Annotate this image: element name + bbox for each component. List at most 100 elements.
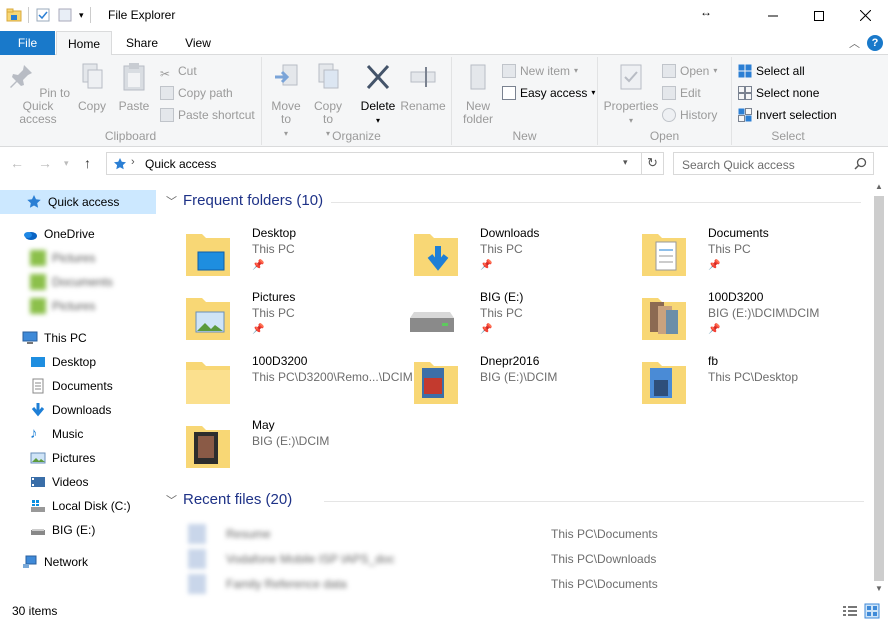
- folder-path: This PC\Desktop: [708, 370, 799, 384]
- pin-quick-access-button[interactable]: Pin to Quick access: [4, 61, 72, 126]
- nav-music[interactable]: ♪ Music: [0, 422, 156, 446]
- minimize-button[interactable]: [750, 0, 796, 31]
- customize-qat-chevron-icon[interactable]: ▾: [79, 10, 84, 21]
- frequent-folders-header[interactable]: ﹀ Frequent folders (10): [166, 192, 866, 209]
- scroll-down-arrow-icon[interactable]: ▼: [875, 584, 883, 593]
- paste-shortcut-icon: [160, 108, 174, 122]
- folder-tile[interactable]: 100D3200 BIG (E:)\DCIM\DCIM 📌: [636, 288, 864, 350]
- folder-tile[interactable]: Desktop This PC 📌: [180, 224, 408, 286]
- folder-path: This PC: [252, 242, 295, 256]
- paste-shortcut-button[interactable]: Paste shortcut: [160, 105, 255, 125]
- nav-local-disk[interactable]: Local Disk (C:): [0, 494, 156, 518]
- maximize-button[interactable]: [796, 0, 842, 31]
- delete-label: Delete: [360, 99, 396, 113]
- nav-onedrive-item[interactable]: Documents: [0, 270, 156, 294]
- navigation-pane: Quick access OneDrive Pictures Documents…: [0, 188, 158, 600]
- move-to-label: Move to: [271, 99, 301, 126]
- copy-path-button[interactable]: Copy path: [160, 83, 233, 103]
- folder-tile[interactable]: fb This PC\Desktop: [636, 352, 864, 414]
- nav-documents[interactable]: Documents: [0, 374, 156, 398]
- new-folder-qat-icon[interactable]: [57, 7, 73, 23]
- recent-locations-chevron-icon[interactable]: ▾: [64, 158, 69, 169]
- properties-button[interactable]: Properties ▾: [602, 61, 660, 127]
- vertical-scrollbar[interactable]: ▲ ▼: [870, 180, 888, 600]
- nav-desktop-label: Desktop: [52, 355, 97, 369]
- recent-file-row[interactable]: Family Reference data This PC\Documents: [188, 572, 868, 597]
- help-icon[interactable]: ?: [867, 35, 883, 51]
- folder-path: BIG (E:)\DCIM: [252, 434, 330, 448]
- tab-file[interactable]: File: [0, 31, 55, 55]
- edit-button[interactable]: Edit: [662, 83, 701, 103]
- recent-files-header[interactable]: ﹀ Recent files (20): [166, 491, 866, 508]
- pinned-icon: 📌: [252, 324, 265, 335]
- invert-selection-button[interactable]: Invert selection: [738, 105, 837, 125]
- search-box[interactable]: Search Quick access: [673, 152, 874, 175]
- folder-tile[interactable]: BIG (E:) This PC 📌: [408, 288, 636, 350]
- scroll-up-arrow-icon[interactable]: ▲: [875, 182, 883, 191]
- paste-shortcut-label: Paste shortcut: [178, 108, 255, 122]
- folder-tile[interactable]: Dnepr2016 BIG (E:)\DCIM: [408, 352, 636, 414]
- pinned-icon: 📌: [480, 260, 493, 271]
- copy-button[interactable]: Copy: [74, 61, 110, 113]
- pinned-icon: 📌: [252, 260, 265, 271]
- collapse-ribbon-chevron-icon[interactable]: ︿: [849, 35, 860, 51]
- nav-this-pc[interactable]: This PC: [0, 326, 156, 350]
- delete-button[interactable]: Delete ▾: [358, 61, 398, 127]
- folder-tile[interactable]: 100D3200 This PC\D3200\Remo...\DCIM: [180, 352, 413, 414]
- nav-pictures[interactable]: Pictures: [0, 446, 156, 470]
- onedrive-folder-icon: [30, 298, 46, 314]
- new-item-button[interactable]: New item ▾: [502, 61, 578, 81]
- folder-tile[interactable]: Downloads This PC 📌: [408, 224, 636, 286]
- nav-quick-access[interactable]: Quick access: [0, 190, 156, 214]
- tab-home[interactable]: Home: [56, 31, 112, 56]
- folder-tile[interactable]: Pictures This PC 📌: [180, 288, 408, 350]
- nav-downloads[interactable]: Downloads: [0, 398, 156, 422]
- nav-big-drive[interactable]: BIG (E:): [0, 518, 156, 542]
- close-icon: [859, 10, 871, 21]
- select-none-button[interactable]: Select none: [738, 83, 819, 103]
- scrollbar-thumb[interactable]: [874, 196, 884, 581]
- copy-label: Copy: [77, 99, 106, 113]
- new-folder-button[interactable]: New folder: [458, 61, 498, 126]
- nav-onedrive-item[interactable]: Pictures: [0, 294, 156, 318]
- recent-file-row[interactable]: Vodafone Mobile ISP IAPS_doc This PC\Dow…: [188, 547, 868, 572]
- rename-button[interactable]: Rename: [400, 61, 446, 113]
- folder-path: This PC: [480, 242, 523, 256]
- folder-path: This PC\D3200\Remo...\DCIM: [252, 370, 413, 384]
- open-button[interactable]: Open ▾: [662, 61, 717, 81]
- breadcrumb-separator-icon[interactable]: ›: [131, 156, 135, 168]
- up-arrow-icon[interactable]: ↑: [84, 155, 91, 171]
- easy-access-button[interactable]: Easy access ▾: [502, 83, 595, 103]
- title-bar: ▾ File Explorer ↔: [0, 0, 888, 31]
- nav-network[interactable]: Network: [0, 550, 156, 574]
- tab-share[interactable]: Share: [116, 31, 168, 55]
- recent-file-name: Resume: [226, 527, 271, 541]
- nav-onedrive-item[interactable]: Pictures: [0, 246, 156, 270]
- large-icons-view-icon[interactable]: [864, 603, 880, 619]
- select-all-button[interactable]: Select all: [738, 61, 805, 81]
- folder-tile[interactable]: Documents This PC 📌: [636, 224, 864, 286]
- nav-onedrive[interactable]: OneDrive: [0, 222, 156, 246]
- cut-button[interactable]: ✂ Cut: [160, 61, 197, 81]
- paste-label: Paste: [118, 99, 150, 113]
- refresh-icon[interactable]: ↻: [647, 155, 658, 171]
- tab-view[interactable]: View: [172, 31, 224, 55]
- details-view-icon[interactable]: [842, 604, 858, 618]
- open-icon: [662, 64, 676, 78]
- explorer-app-icon[interactable]: [6, 7, 22, 23]
- recent-file-row[interactable]: Resume This PC\Documents: [188, 522, 868, 547]
- nav-videos[interactable]: Videos: [0, 470, 156, 494]
- properties-qat-icon[interactable]: [35, 7, 51, 23]
- address-bar[interactable]: › Quick access ▾ ↻: [106, 152, 664, 175]
- folder-tile[interactable]: May BIG (E:)\DCIM: [180, 416, 408, 478]
- back-arrow-icon[interactable]: ←: [10, 155, 24, 171]
- address-dropdown-chevron-icon[interactable]: ▾: [623, 157, 628, 168]
- forward-arrow-icon[interactable]: →: [38, 155, 52, 171]
- nav-desktop[interactable]: Desktop: [0, 350, 156, 374]
- history-button[interactable]: History: [662, 105, 717, 125]
- address-location[interactable]: Quick access: [145, 157, 216, 171]
- folder-name: fb: [708, 354, 719, 368]
- paste-button[interactable]: Paste: [114, 61, 154, 113]
- open-group: Properties ▾ Open ▾ Edit History Open: [598, 57, 732, 145]
- close-button[interactable]: [842, 0, 888, 31]
